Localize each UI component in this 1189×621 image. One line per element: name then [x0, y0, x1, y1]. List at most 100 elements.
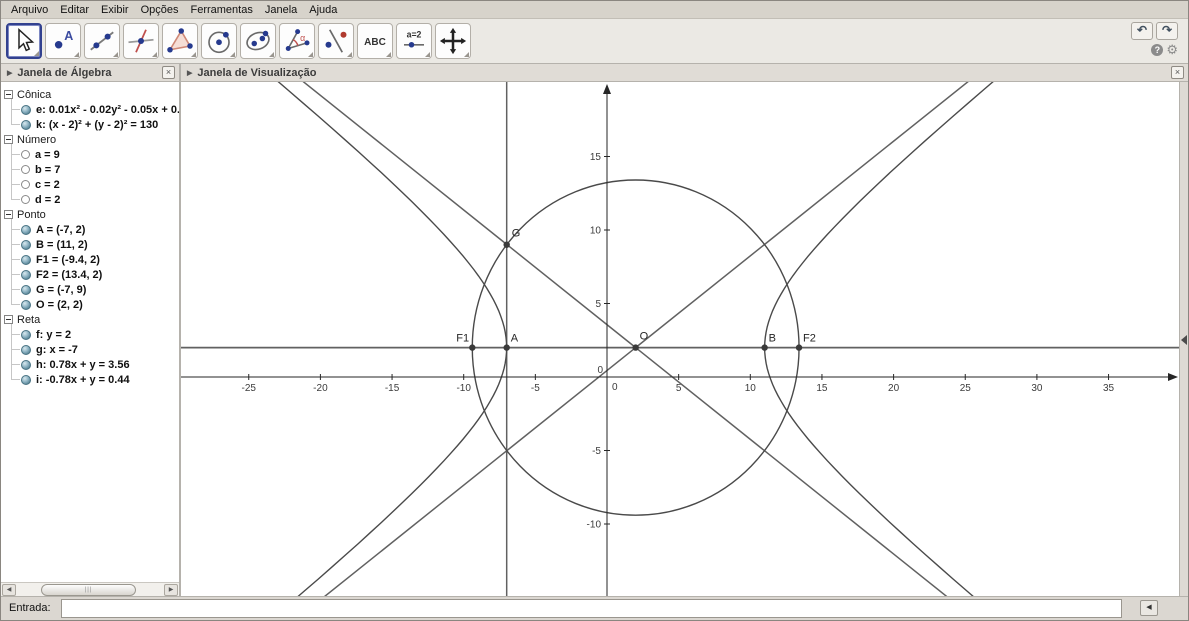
x-tick-label: 5	[676, 383, 682, 394]
circle-center-point-tool-button[interactable]	[201, 23, 237, 59]
input-field[interactable]	[61, 599, 1122, 618]
tool-buttons: Aα ABCa=2	[6, 23, 471, 59]
reflect-tool-button[interactable]	[318, 23, 354, 59]
menu-opcoes[interactable]: Opções	[135, 3, 185, 17]
tool-dropdown-icon[interactable]	[425, 52, 430, 57]
scrollbar-right-arrow[interactable]: ▶	[164, 584, 178, 596]
visibility-circle-icon[interactable]	[21, 180, 30, 189]
settings-gear-icon[interactable]: ⚙	[1166, 43, 1178, 56]
point-O[interactable]	[632, 344, 638, 350]
move-tool-button[interactable]	[6, 23, 42, 59]
move-graphics-view-tool-button[interactable]	[435, 23, 471, 59]
slider-tool-button[interactable]: a=2	[396, 23, 432, 59]
algebra-item[interactable]: h: 0.78x + y = 3.56	[11, 357, 179, 372]
algebra-item[interactable]: B = (11, 2)	[11, 237, 179, 252]
scrollbar-left-arrow[interactable]: ◀	[2, 584, 16, 596]
point-F2[interactable]	[796, 344, 802, 350]
visibility-marble-icon[interactable]	[21, 255, 31, 265]
polygon-tool-button[interactable]	[162, 23, 198, 59]
tree-collapse-box-icon[interactable]	[4, 210, 13, 219]
menu-arquivo[interactable]: Arquivo	[5, 3, 54, 17]
visibility-marble-icon[interactable]	[21, 360, 31, 370]
menu-editar[interactable]: Editar	[54, 3, 95, 17]
help-icon[interactable]: ?	[1151, 44, 1163, 56]
scrollbar-thumb[interactable]: |||	[41, 584, 136, 596]
point-tool-button[interactable]: A	[45, 23, 81, 59]
tool-dropdown-icon[interactable]	[269, 52, 274, 57]
tree-collapse-box-icon[interactable]	[4, 90, 13, 99]
redo-button[interactable]: ↷	[1156, 22, 1178, 40]
algebra-collapse-icon[interactable]: ▶	[7, 69, 12, 77]
graphics-close-button[interactable]: ×	[1171, 66, 1184, 79]
point-A[interactable]	[503, 344, 509, 350]
visibility-marble-icon[interactable]	[21, 345, 31, 355]
point-B[interactable]	[761, 344, 767, 350]
text-tool-button[interactable]: ABC	[357, 23, 393, 59]
graphics-collapse-icon[interactable]: ▶	[187, 69, 192, 77]
algebra-item[interactable]: A = (-7, 2)	[11, 222, 179, 237]
visibility-marble-icon[interactable]	[21, 105, 31, 115]
algebra-hscrollbar[interactable]: ◀ ||| ▶	[1, 582, 179, 596]
tool-dropdown-icon[interactable]	[386, 52, 391, 57]
visibility-marble-icon[interactable]	[21, 120, 31, 130]
visibility-marble-icon[interactable]	[21, 300, 31, 310]
visibility-marble-icon[interactable]	[21, 330, 31, 340]
algebra-item[interactable]: i: -0.78x + y = 0.44	[11, 372, 179, 387]
tool-dropdown-icon[interactable]	[230, 52, 235, 57]
line-tool-button[interactable]	[84, 23, 120, 59]
visibility-circle-icon[interactable]	[21, 150, 30, 159]
visibility-marble-icon[interactable]	[21, 270, 31, 280]
algebra-item[interactable]: f: y = 2	[11, 327, 179, 342]
visibility-circle-icon[interactable]	[21, 165, 30, 174]
collapse-left-arrow-icon[interactable]	[1181, 335, 1187, 345]
tool-dropdown-icon[interactable]	[152, 52, 157, 57]
point-label-O: O	[640, 331, 649, 343]
tree-collapse-box-icon[interactable]	[4, 135, 13, 144]
algebra-item[interactable]: G = (-7, 9)	[11, 282, 179, 297]
visibility-marble-icon[interactable]	[21, 240, 31, 250]
tool-dropdown-icon[interactable]	[347, 52, 352, 57]
algebra-item[interactable]: c = 2	[11, 177, 179, 192]
algebra-item[interactable]: O = (2, 2)	[11, 297, 179, 312]
algebra-close-button[interactable]: ×	[162, 66, 175, 79]
tool-dropdown-icon[interactable]	[74, 52, 79, 57]
point-F1[interactable]	[469, 344, 475, 350]
algebra-item[interactable]: g: x = -7	[11, 342, 179, 357]
algebra-item[interactable]: F1 = (-9.4, 2)	[11, 252, 179, 267]
visibility-marble-icon[interactable]	[21, 225, 31, 235]
input-help-toggle-button[interactable]: ◀	[1140, 600, 1158, 616]
tree-section-conica[interactable]: Cônica	[4, 87, 179, 102]
tree-collapse-box-icon[interactable]	[4, 315, 13, 324]
algebra-item[interactable]: a = 9	[11, 147, 179, 162]
line-h[interactable]	[181, 82, 1180, 599]
algebra-item[interactable]: d = 2	[11, 192, 179, 207]
angle-tool-button[interactable]: α	[279, 23, 315, 59]
conic-tool-button[interactable]	[240, 23, 276, 59]
visibility-marble-icon[interactable]	[21, 285, 31, 295]
tree-section-numero[interactable]: Número	[4, 132, 179, 147]
algebra-item[interactable]: b = 7	[11, 162, 179, 177]
y-axis-arrow-icon	[603, 84, 611, 94]
tree-section-reta[interactable]: Reta	[4, 312, 179, 327]
algebra-item[interactable]: k: (x - 2)² + (y - 2)² = 130	[11, 117, 179, 132]
point-G[interactable]	[503, 242, 509, 248]
tool-dropdown-icon[interactable]	[113, 52, 118, 57]
tool-dropdown-icon[interactable]	[191, 52, 196, 57]
menu-janela[interactable]: Janela	[259, 3, 303, 17]
algebra-item[interactable]: F2 = (13.4, 2)	[11, 267, 179, 282]
graphics-view[interactable]: -25-20-15-10-55101520253035-10-55101500F…	[181, 82, 1179, 596]
tool-dropdown-icon[interactable]	[34, 51, 39, 56]
algebra-item[interactable]: e: 0.01x² - 0.02y² - 0.05x + 0.	[11, 102, 179, 117]
visibility-marble-icon[interactable]	[21, 375, 31, 385]
tool-dropdown-icon[interactable]	[308, 52, 313, 57]
perpendicular-line-tool-button[interactable]	[123, 23, 159, 59]
undo-button[interactable]: ↶	[1131, 22, 1153, 40]
menu-ferramentas[interactable]: Ferramentas	[184, 3, 258, 17]
menu-exibir[interactable]: Exibir	[95, 3, 135, 17]
hyperbola-e-right-branch[interactable]	[765, 82, 1180, 599]
tree-section-ponto[interactable]: Ponto	[4, 207, 179, 222]
line-i[interactable]	[181, 82, 1180, 599]
visibility-circle-icon[interactable]	[21, 195, 30, 204]
menu-ajuda[interactable]: Ajuda	[303, 3, 343, 17]
tool-dropdown-icon[interactable]	[464, 52, 469, 57]
